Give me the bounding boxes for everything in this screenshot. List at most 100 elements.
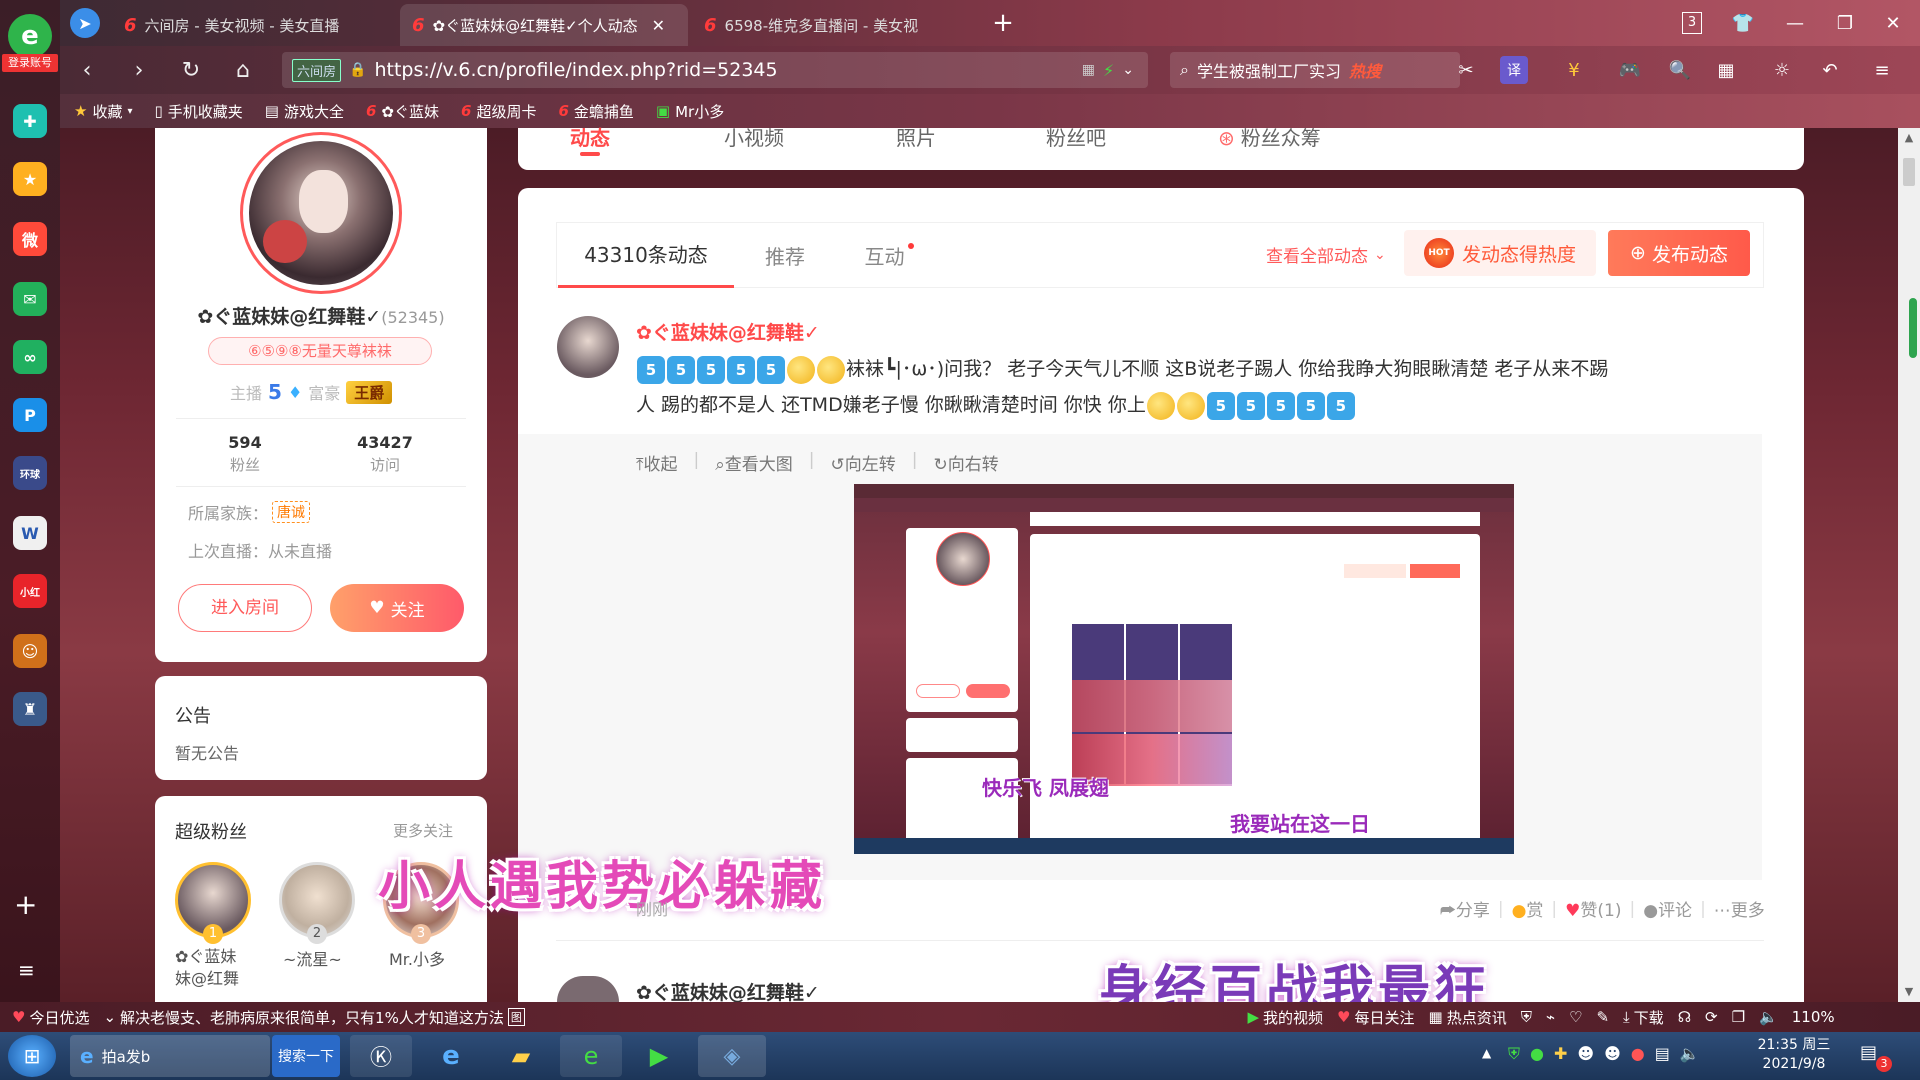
reload-button[interactable]: ↻ (174, 54, 208, 86)
rotate-left-button[interactable]: ↺向左转 (831, 450, 896, 475)
mail-icon[interactable]: ✉ (13, 282, 47, 316)
back-button[interactable]: ‹ (70, 54, 104, 86)
red-app-icon[interactable]: 小红 (13, 574, 47, 608)
star-app-icon[interactable]: ★ (13, 162, 47, 196)
post-author[interactable]: ✿ぐ蓝妹妹@红舞鞋✓ (636, 318, 820, 345)
tray-chat-icon[interactable]: ● (1631, 1044, 1645, 1064)
collapse-button[interactable]: ⤒收起 (636, 450, 678, 475)
home-button[interactable]: ⌂ (226, 54, 260, 86)
undo-icon[interactable]: ↶ (1816, 56, 1844, 84)
url-input[interactable]: 六间房 🔒 https://v.6.cn/profile/index.php?r… (282, 52, 1148, 88)
bookmark-weekly[interactable]: 6 超级周卡 (461, 101, 536, 122)
tab-6cn-home[interactable]: 6 六间房 - 美女视频 - 美女直播 (112, 4, 398, 46)
post-button[interactable]: ⊕ 发布动态 (1608, 230, 1750, 276)
news-ticker[interactable]: ⌄ 解决老慢支、老肺病原来很简单，只有1%人才知道这方法图 (103, 1007, 903, 1028)
grid-icon[interactable]: ▦ (1712, 56, 1740, 84)
minimize-button[interactable]: — (1772, 0, 1818, 46)
bookmark-mobile[interactable]: ▯ 手机收藏夹 (155, 101, 243, 122)
bookmark-mrxiaoduo[interactable]: ▣ Mr小多 (656, 101, 724, 122)
word-app-icon[interactable]: W (13, 516, 47, 550)
rotate-right-button[interactable]: ↻向右转 (934, 450, 999, 475)
daily-follow-button[interactable]: ♥ 每日关注 (1337, 1007, 1414, 1028)
browser-e-logo-icon[interactable]: e (8, 14, 52, 58)
brightness-icon[interactable]: ☼ (1768, 56, 1796, 84)
today-picks-button[interactable]: ♥ 今日优选 (12, 1007, 89, 1028)
tab-all-dynamics[interactable]: 43310条动态 (558, 222, 734, 288)
game2-app-icon[interactable]: ♜ (13, 692, 47, 726)
my-video-button[interactable]: ▶ 我的视频 (1247, 1007, 1323, 1028)
tab-counter[interactable]: 3 (1682, 12, 1702, 34)
tab-profile[interactable]: 6 ✿ぐ蓝妹妹@红舞鞋✓个人动态 ✕ (400, 4, 688, 46)
qr-icon[interactable]: ▦ (1082, 62, 1095, 78)
maximize-button[interactable]: ❐ (1822, 0, 1868, 46)
scissors-icon[interactable]: ✂ (1452, 56, 1480, 84)
bookmark-fishing[interactable]: 6 金蟾捕鱼 (558, 101, 633, 122)
tray-plus-icon[interactable]: ✚ (1554, 1044, 1567, 1064)
start-button[interactable]: ⊞ (8, 1035, 56, 1077)
news-app-icon[interactable]: 环球 (13, 456, 47, 490)
taskbar-360-browser-icon[interactable]: e (560, 1035, 622, 1077)
health-icon[interactable]: ♡ (1569, 1008, 1582, 1026)
taskbar-search-button[interactable]: 搜索一下 (272, 1035, 340, 1077)
headset-icon[interactable]: ☊ (1678, 1008, 1691, 1026)
tab-interaction[interactable]: 互动 (836, 222, 942, 288)
post-image[interactable]: 快乐飞 凤展翅 我要站在这一日 (854, 484, 1514, 854)
scroll-thumb[interactable] (1903, 158, 1915, 186)
tab-6598-room[interactable]: 6 6598-维克多直播间 - 美女视 (692, 4, 982, 46)
taskbar-k-app-icon[interactable]: Ⓚ (350, 1035, 412, 1077)
skin-icon[interactable]: 👕 (1720, 0, 1766, 46)
post-avatar[interactable] (557, 316, 619, 378)
tray-expand-icon[interactable]: ▲ (1482, 1046, 1491, 1060)
like-button[interactable]: ♥赞(1) (1565, 896, 1621, 921)
search-input[interactable]: ⌕ 学生被强制工厂实习 热搜 (1170, 52, 1460, 88)
profile-avatar[interactable] (240, 132, 402, 294)
second-post-author[interactable]: ✿ぐ蓝妹妹@红舞鞋✓ (636, 978, 820, 1005)
taskbar-ie-icon[interactable]: e (420, 1035, 482, 1077)
translate-icon[interactable]: 译 (1500, 56, 1528, 84)
tab-fan-club[interactable]: 粉丝吧 (1046, 128, 1106, 148)
tray-360-icon[interactable]: ● (1530, 1044, 1544, 1064)
tab-crowdfunding[interactable]: ⊛ 粉丝众筹 (1218, 128, 1321, 148)
tray-network-icon[interactable]: ▤ (1655, 1044, 1670, 1064)
family-badge[interactable]: 唐诚 (272, 501, 311, 523)
coin-icon[interactable]: ¥ (1560, 56, 1588, 84)
gamepad-icon[interactable]: 🎮 (1616, 56, 1644, 84)
game-app-icon[interactable]: ☺ (13, 634, 47, 668)
enter-room-button[interactable]: 进入房间 (178, 584, 312, 632)
refresh-icon[interactable]: ⟳ (1705, 1008, 1718, 1026)
more-button[interactable]: ⋯更多 (1714, 896, 1765, 921)
chart-icon[interactable]: ⌁ (1546, 1008, 1555, 1026)
plus-app-icon[interactable]: ✚ (13, 104, 47, 138)
taskbar-folder-icon[interactable]: ▰ (490, 1035, 552, 1077)
shield-icon[interactable]: ⛨ (1521, 1008, 1532, 1026)
taskbar-player-icon[interactable]: ▶ (628, 1035, 690, 1077)
scroll-up-icon[interactable]: ▲ (1898, 128, 1920, 148)
browser-logo-icon[interactable]: ➤ (70, 8, 100, 38)
tray-qq-icon[interactable]: ☻ (1577, 1044, 1594, 1064)
tray-clock[interactable]: 21:35 周三 2021/9/8 (1744, 1036, 1844, 1074)
download-button[interactable]: ⤓ 下载 (1623, 1007, 1664, 1028)
heat-button[interactable]: HOT 发动态得热度 (1404, 230, 1596, 276)
window-icon[interactable]: ❐ (1732, 1008, 1745, 1026)
more-follows-link[interactable]: 更多关注 (393, 820, 453, 841)
sound-icon[interactable]: 🔈 (1759, 1008, 1778, 1026)
menu-icon[interactable]: ≡ (1868, 56, 1896, 84)
list-icon[interactable]: ≡ (18, 958, 35, 982)
add-app-icon[interactable]: + (14, 888, 37, 921)
tab-recommend[interactable]: 推荐 (734, 222, 836, 288)
tab-photos[interactable]: 照片 (896, 128, 936, 148)
zoom-level[interactable]: 110% (1792, 1008, 1835, 1026)
bookmark-games[interactable]: ▤ 游戏大全 (265, 101, 344, 122)
weibo-icon[interactable]: 微 (13, 222, 47, 256)
new-tab-button[interactable]: + (988, 8, 1018, 38)
scroll-down-icon[interactable]: ▼ (1898, 982, 1920, 1002)
lightning-icon[interactable]: ⚡ (1103, 61, 1114, 80)
close-tab-icon[interactable]: ✕ (652, 16, 665, 35)
chevron-down-icon[interactable]: ⌄ (1122, 62, 1134, 78)
side-slider-handle[interactable] (1909, 298, 1917, 358)
tab-dynamic[interactable]: 动态 (570, 128, 610, 148)
hot-news-button[interactable]: ▦ 热点资讯 (1429, 1007, 1507, 1028)
follow-button[interactable]: ♥ 关注 (330, 584, 464, 632)
reward-button[interactable]: ●赏 (1512, 896, 1544, 921)
p-app-icon[interactable]: P (13, 398, 47, 432)
